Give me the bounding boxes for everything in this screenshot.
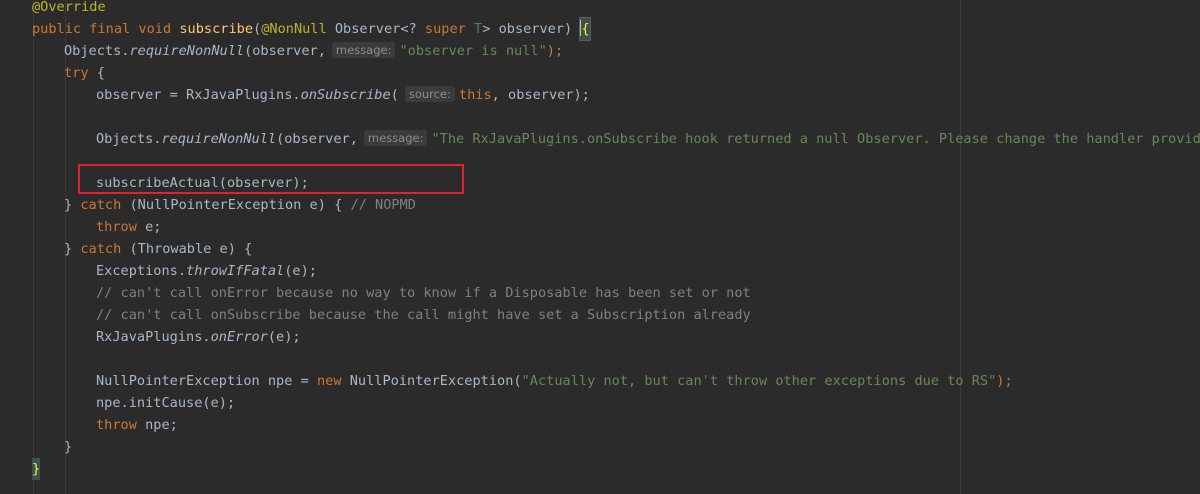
declaration: NullPointerException npe = (96, 373, 317, 389)
string-literal: "Actually not, but can't throw other exc… (521, 373, 997, 389)
keyword-new: new (316, 373, 342, 389)
matched-brace-close: } (32, 458, 41, 480)
code-line-4[interactable]: try { (64, 62, 105, 84)
keyword-super: super (424, 21, 466, 37)
statement-end: ); (546, 43, 564, 59)
right-margin-guide (960, 0, 961, 494)
code-line-10[interactable]: } catch (Throwable e) { (64, 238, 252, 260)
type-parameter-t: T (465, 21, 483, 37)
code-line-19[interactable]: } (32, 458, 41, 480)
parameter-hint-source: source: (404, 86, 455, 102)
code-editor[interactable]: @Override public final void subscribe(@N… (0, 0, 1200, 494)
class-rxjavaplugins: RxJavaPlugins. (96, 329, 211, 345)
parameter-hint-message: message: (331, 42, 396, 58)
code-line-11[interactable]: Exceptions.throwIfFatal(e); (96, 260, 317, 282)
code-line-12[interactable]: // can't call onError because no way to … (96, 282, 751, 304)
indent-guide (33, 0, 34, 494)
code-line-6[interactable]: Objects.requireNonNull(observer, message:… (96, 128, 1200, 150)
code-line-15[interactable]: NullPointerException npe = new NullPoint… (96, 370, 1013, 392)
code-line-13[interactable]: // can't call onSubscribe because the ca… (96, 304, 751, 326)
string-literal: "The RxJavaPlugins.onSubscribe hook retu… (431, 131, 1200, 147)
highlight-box (78, 164, 464, 194)
code-line-2[interactable]: public final void subscribe(@NonNull Obs… (32, 17, 591, 41)
code-line-5[interactable]: observer = RxJavaPlugins.onSubscribe(sou… (96, 84, 590, 106)
args: (observer, (244, 43, 326, 59)
annotation-override: @Override (32, 0, 106, 15)
keyword-catch: catch (80, 197, 122, 213)
keyword-throw: throw (96, 219, 137, 235)
string-literal: "observer is null" (399, 43, 547, 59)
annotation-nonnull: @NonNull (261, 21, 327, 37)
code-line-9[interactable]: throw e; (96, 216, 161, 238)
method-require-non-null: requireNonNull (129, 43, 245, 59)
call-init-cause: npe.initCause(e); (96, 395, 236, 411)
code-line-17[interactable]: throw npe; (96, 414, 178, 436)
code-line-3[interactable]: Objects.requireNonNull(observer, message:… (64, 40, 563, 62)
parameter-hint-message: message: (363, 130, 428, 146)
class-exceptions: Exceptions. (96, 263, 187, 279)
class-objects: Objects. (96, 131, 162, 147)
keyword-this: this (458, 87, 492, 103)
matched-brace-open: { (579, 17, 591, 41)
keyword-catch: catch (80, 241, 122, 257)
keyword-throw: throw (96, 417, 137, 433)
method-require-non-null: requireNonNull (161, 131, 277, 147)
params-rest: > observer) (482, 21, 581, 37)
class-objects: Objects. (64, 43, 130, 59)
code-line-18[interactable]: } (64, 436, 72, 458)
args: (observer, (276, 131, 358, 147)
code-line-14[interactable]: RxJavaPlugins.onError(e); (96, 326, 301, 348)
comment: // can't call onSubscribe because the ca… (96, 307, 751, 323)
keyword-void: void (138, 21, 172, 37)
code-line-1[interactable]: @Override (32, 0, 106, 18)
method-on-error: onError (210, 329, 268, 345)
keyword-public: public (32, 21, 82, 37)
comment-nopmd: // NOPMD (350, 197, 416, 213)
comment: // can't call onError because no way to … (96, 285, 751, 301)
code-line-8[interactable]: } catch (NullPointerException e) { // NO… (64, 194, 416, 216)
open-paren: ( (253, 21, 262, 37)
code-line-16[interactable]: npe.initCause(e); (96, 392, 235, 414)
method-throw-if-fatal: throwIfFatal (186, 263, 285, 279)
assignment: observer = RxJavaPlugins. (96, 87, 301, 103)
keyword-try: try (64, 65, 89, 81)
method-name-subscribe: subscribe (179, 21, 254, 37)
type-observer: Observer<? (326, 21, 425, 37)
closing-brace-catch: } (64, 439, 73, 455)
keyword-final: final (89, 21, 131, 37)
method-on-subscribe: onSubscribe (300, 87, 391, 103)
